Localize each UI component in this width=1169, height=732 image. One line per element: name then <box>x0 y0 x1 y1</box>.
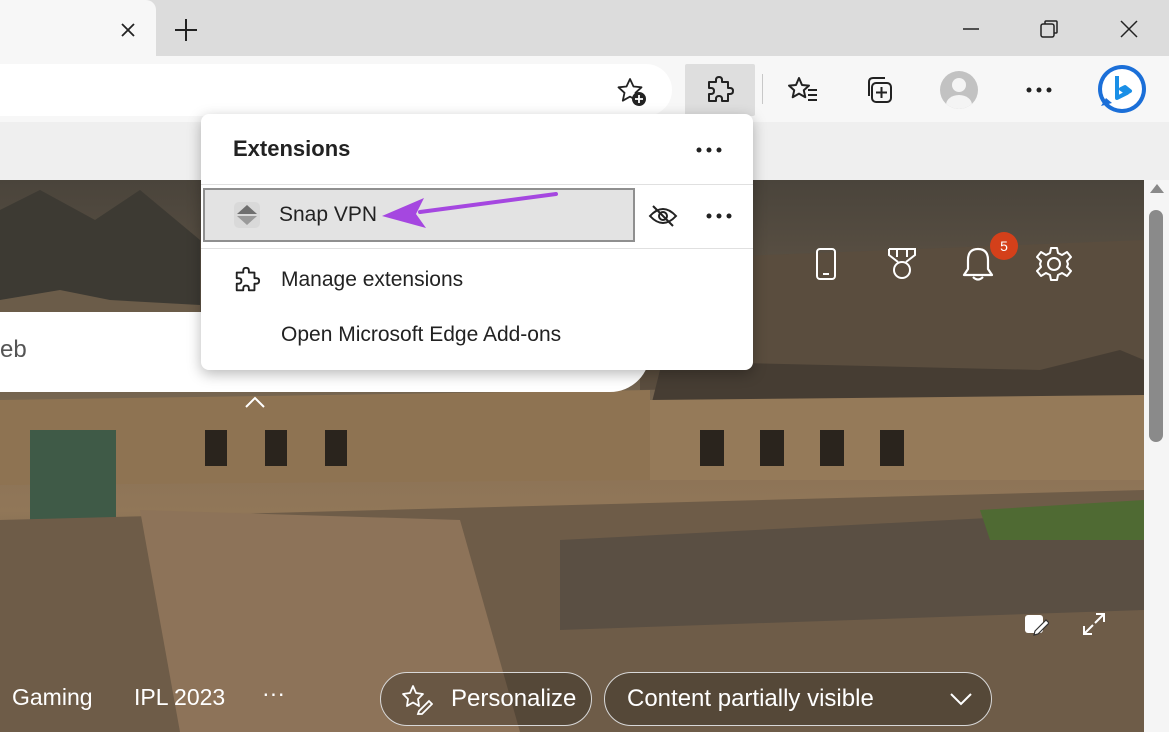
menu-label: Open Microsoft Edge Add-ons <box>281 323 562 346</box>
extension-name: Snap VPN <box>279 203 378 226</box>
extensions-popup: Extensions Snap VPN Manage extensions Op… <box>201 114 753 370</box>
extensions-icon[interactable] <box>685 64 755 116</box>
minimize-icon[interactable] <box>946 8 996 50</box>
nav-more-link[interactable]: ··· <box>262 680 285 707</box>
avatar <box>940 71 978 109</box>
more-icon[interactable] <box>1004 64 1074 116</box>
open-edge-addons-item[interactable]: Open Microsoft Edge Add-ons <box>201 309 753 361</box>
popup-more-icon[interactable] <box>689 134 729 166</box>
close-icon[interactable] <box>1104 8 1154 50</box>
collections-icon[interactable] <box>844 64 914 116</box>
address-bar[interactable] <box>0 64 672 116</box>
plus-icon[interactable] <box>166 10 206 50</box>
bing-chat-icon[interactable] <box>1084 64 1160 116</box>
browser-tab[interactable] <box>0 0 156 56</box>
profile-avatar[interactable] <box>924 64 994 116</box>
personalize-label: Personalize <box>451 685 577 712</box>
title-bar <box>0 0 1169 56</box>
notification-badge: 5 <box>990 232 1018 260</box>
popup-title: Extensions <box>233 136 351 161</box>
personalize-button[interactable]: Personalize <box>380 672 592 726</box>
manage-extensions-item[interactable]: Manage extensions <box>201 254 753 306</box>
phone-icon[interactable] <box>804 242 848 286</box>
edit-background-icon[interactable] <box>1018 608 1054 640</box>
favorites-icon[interactable] <box>768 64 838 116</box>
hide-from-toolbar-icon[interactable] <box>643 200 683 232</box>
divider <box>201 184 753 185</box>
scroll-thumb[interactable] <box>1149 210 1163 442</box>
scroll-up-arrow-icon[interactable] <box>1150 184 1164 193</box>
nav-link-gaming[interactable]: Gaming <box>12 684 93 711</box>
scrollbar[interactable] <box>1144 180 1169 732</box>
star-plus-icon[interactable] <box>612 76 652 108</box>
annotation-arrow <box>382 192 558 228</box>
rewards-medal-icon[interactable] <box>880 242 924 286</box>
snap-vpn-icon <box>234 202 260 228</box>
expand-icon[interactable] <box>1076 608 1112 640</box>
toolbar-separator <box>762 74 763 104</box>
extension-more-icon[interactable] <box>699 200 739 232</box>
chevron-up-icon[interactable] <box>243 392 267 412</box>
close-icon[interactable] <box>112 14 144 46</box>
chevron-down-icon <box>950 693 972 706</box>
sparkle-pen-icon <box>402 685 433 715</box>
nav-link-ipl-2023[interactable]: IPL 2023 <box>134 684 225 711</box>
content-visibility-dropdown[interactable]: Content partially visible <box>604 672 992 726</box>
restore-icon[interactable] <box>1024 8 1074 50</box>
content-visibility-label: Content partially visible <box>627 685 874 712</box>
gear-icon[interactable] <box>1032 242 1076 286</box>
divider <box>201 248 753 249</box>
puzzle-icon <box>231 264 263 296</box>
menu-label: Manage extensions <box>281 268 464 291</box>
toolbar <box>0 56 1169 122</box>
search-input-text[interactable]: eb <box>0 336 27 364</box>
